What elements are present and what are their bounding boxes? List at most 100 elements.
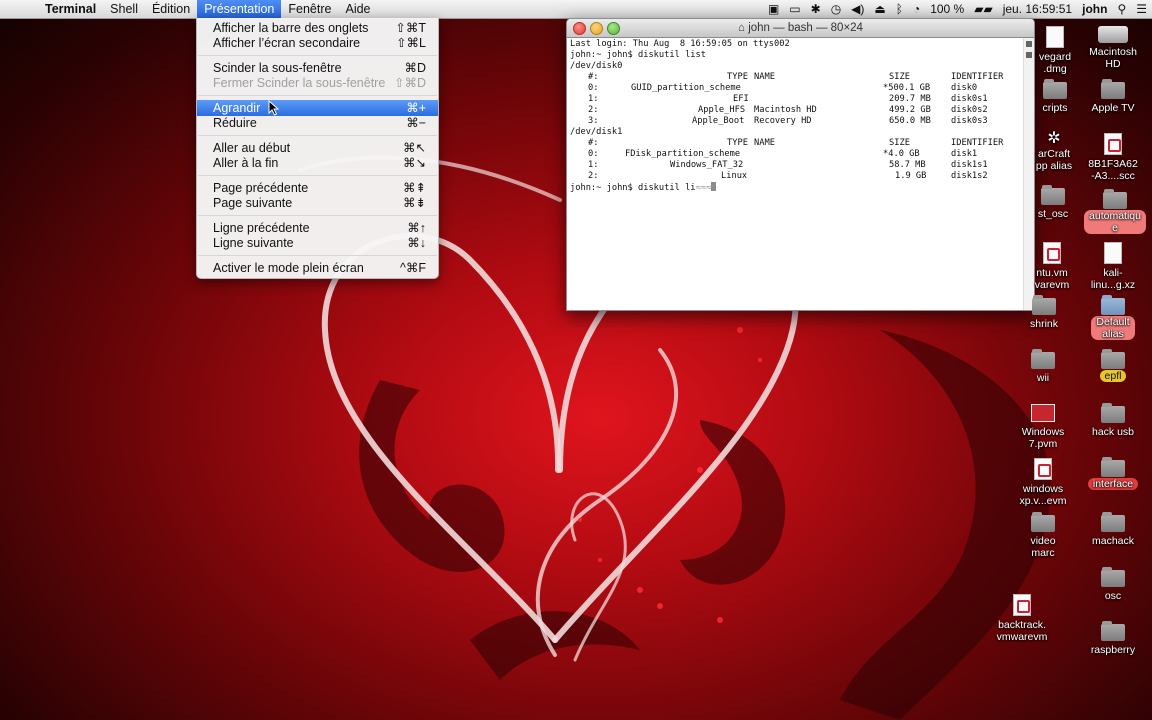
eject-icon[interactable]: ⏏ xyxy=(869,0,890,18)
desktop-icon-8b1f3a62[interactable]: 8B1F3A62 -A3....scc xyxy=(1076,133,1150,182)
bluetooth-status-icon[interactable]: ᛒ xyxy=(891,0,908,18)
menu-item-line-down[interactable]: Ligne suivante ⌘↓ xyxy=(197,235,438,251)
row-size: 650.0 MB xyxy=(889,116,931,126)
text-cursor xyxy=(711,182,717,191)
desktop-icon-raspberry[interactable]: raspberry xyxy=(1076,621,1150,656)
desktop-icon-windows7-pvm[interactable]: Windows 7.pvm xyxy=(1006,404,1080,450)
terminal-titlebar[interactable]: ⌂ john — bash — 80×24 xyxy=(567,19,1034,38)
menu-separator xyxy=(198,135,437,136)
desktop-icon-interface[interactable]: interface xyxy=(1076,457,1150,490)
folder-icon xyxy=(1101,457,1125,477)
zoom-button[interactable] xyxy=(607,22,620,35)
menu-item-split-pane[interactable]: Scinder la sous-fenêtre ⌘D xyxy=(197,60,438,76)
menu-item-zoom-out[interactable]: Réduire ⌘− xyxy=(197,115,438,131)
menu-item-show-tab-bar[interactable]: Afficher la barre des onglets ⇧⌘T xyxy=(197,20,438,36)
bluetooth-icon[interactable]: ✱ xyxy=(806,0,826,18)
row-type: GUID_partition_scheme xyxy=(631,83,741,93)
menu-fenetre[interactable]: Fenêtre xyxy=(281,0,338,18)
desktop-icon-apple-tv[interactable]: Apple TV xyxy=(1076,79,1150,114)
desktop-icon-windows-xp-vmwarevm[interactable]: windows xp.v...evm xyxy=(1006,458,1080,507)
menu-item-go-to-start[interactable]: Aller au début ⌘↖ xyxy=(197,140,438,156)
row-identifier: disk1s1 xyxy=(951,160,988,170)
menu-item-zoom-in[interactable]: Agrandir ⌘+ xyxy=(197,100,438,116)
desktop-icon-video-marc[interactable]: video marc xyxy=(1006,512,1080,559)
terminal-line-login: Last login: Thu Aug 8 16:59:05 on ttys00… xyxy=(570,39,790,49)
desktop-icon-kali-linux[interactable]: kali- linu...g.xz xyxy=(1076,242,1150,291)
menu-app-terminal[interactable]: Terminal xyxy=(38,0,103,18)
desktop-icon-label: Apple TV xyxy=(1091,102,1135,114)
desktop-icon-automatique[interactable]: automatiqu e xyxy=(1078,189,1152,234)
menu-separator xyxy=(198,255,437,256)
scroll-up-arrow-icon[interactable] xyxy=(1026,41,1032,47)
spotlight-search-icon[interactable]: ⚲ xyxy=(1112,0,1131,18)
row-num: 1: xyxy=(588,94,599,104)
scroll-down-arrow-icon[interactable] xyxy=(1026,52,1032,58)
menu-item-line-up[interactable]: Ligne précédente ⌘↑ xyxy=(197,220,438,236)
menu-item-label: Agrandir xyxy=(213,101,261,115)
desktop-icon-machack[interactable]: machack xyxy=(1076,512,1150,547)
desktop-icon-wii[interactable]: wii xyxy=(1006,349,1080,384)
folder-icon xyxy=(1101,567,1125,587)
desktop-icon-label: Default alias xyxy=(1091,316,1135,340)
header-type: TYPE xyxy=(727,72,748,82)
row-num: 2: xyxy=(588,171,599,181)
desktop-icon-scripts[interactable]: cripts xyxy=(1035,79,1075,114)
header-name: NAME xyxy=(754,138,775,148)
desktop-icon-backtrack-vmwarevm[interactable]: backtrack. vmwarevm xyxy=(985,594,1059,643)
menu-item-show-secondary-screen[interactable]: Afficher l’écran secondaire ⇧⌘L xyxy=(197,35,438,51)
menu-item-label: Fermer Scinder la sous-fenêtre xyxy=(213,76,386,90)
terminal-current-command: john:~ john$ diskutil li xyxy=(570,183,696,193)
battery-percent[interactable]: 100 % xyxy=(925,0,969,18)
minimize-button[interactable] xyxy=(590,22,603,35)
menu-item-fullscreen[interactable]: Activer le mode plein écran ^⌘F xyxy=(197,260,438,276)
desktop-icon-label: vegard .dmg xyxy=(1038,51,1072,75)
desktop-icon-label: epfl xyxy=(1099,370,1127,382)
desktop-icon-ubuntu-vmwarevm[interactable]: ntu.vm varevm xyxy=(1028,242,1076,291)
vmware-document-icon xyxy=(1043,242,1061,264)
row-type: Apple_Boot xyxy=(692,116,745,126)
desktop-icon-osc[interactable]: osc xyxy=(1076,567,1150,602)
row-num: 3: xyxy=(588,116,599,126)
wifi-icon[interactable]: ◔ xyxy=(908,0,925,18)
archive-icon xyxy=(1104,242,1122,264)
clock[interactable]: jeu. 16:59:51 xyxy=(998,0,1077,18)
disk-image-icon xyxy=(1046,26,1064,48)
menu-shell[interactable]: Shell xyxy=(103,0,145,18)
desktop-icon-vegard-dmg[interactable]: vegard .dmg xyxy=(1035,26,1075,75)
menu-item-label: Afficher la barre des onglets xyxy=(213,21,369,35)
menu-item-label: Afficher l’écran secondaire xyxy=(213,36,361,50)
desktop-icon-label: video marc xyxy=(1030,535,1056,559)
desktop-icon-starcraft-alias[interactable]: ✲ arCraft pp alias xyxy=(1032,131,1076,173)
time-machine-icon[interactable]: ◷ xyxy=(826,0,846,18)
desktop-icon-test-osc[interactable]: st_osc xyxy=(1030,185,1076,220)
row-type: Apple_HFS xyxy=(698,105,746,115)
user-name[interactable]: john xyxy=(1077,0,1112,18)
menu-item-shortcut: ⇧⌘L xyxy=(396,36,426,50)
menu-presentation[interactable]: Présentation xyxy=(197,0,282,18)
row-num: 0: xyxy=(588,83,599,93)
desktop-icon-hack-usb[interactable]: hack usb xyxy=(1076,403,1150,438)
close-button[interactable] xyxy=(573,22,586,35)
desktop-icon-macintosh-hd[interactable]: Macintosh HD xyxy=(1076,26,1150,70)
menu-item-go-to-end[interactable]: Aller à la fin ⌘↘ xyxy=(197,155,438,171)
desktop-icon-shrink[interactable]: shrink xyxy=(1014,295,1074,330)
volume-icon[interactable]: ◀) xyxy=(846,0,869,18)
menu-item-page-up[interactable]: Page précédente ⌘⇞ xyxy=(197,180,438,196)
menu-edition[interactable]: Édition xyxy=(145,0,197,18)
desktop-icon-label: shrink xyxy=(1029,318,1058,330)
menu-item-page-down[interactable]: Page suivante ⌘⇟ xyxy=(197,195,438,211)
desktop-icon-default-alias[interactable]: Default alias xyxy=(1076,295,1150,340)
menu-item-shortcut: ⇧⌘T xyxy=(395,21,426,35)
menu-item-close-split-pane: Fermer Scinder la sous-fenêtre ⇧⌘D xyxy=(197,75,438,91)
header-num: #: xyxy=(588,72,599,82)
document-icon xyxy=(1104,133,1122,155)
terminal-output[interactable]: Last login: Thu Aug 8 16:59:05 on ttys00… xyxy=(570,39,1020,307)
video-camera-icon[interactable]: ▣ xyxy=(763,0,784,18)
menu-item-shortcut: ⌘↑ xyxy=(407,221,426,235)
notification-center-icon[interactable]: ☰ xyxy=(1131,0,1152,18)
airplay-icon[interactable]: ▭ xyxy=(784,0,805,18)
menu-aide[interactable]: Aide xyxy=(338,0,377,18)
terminal-prompt[interactable]: john:~ john$ diskutil li≈≈≈ xyxy=(570,182,717,193)
desktop-icon-epfl[interactable]: epfl xyxy=(1076,349,1150,382)
desktop-icon-label: Macintosh HD xyxy=(1089,46,1137,70)
